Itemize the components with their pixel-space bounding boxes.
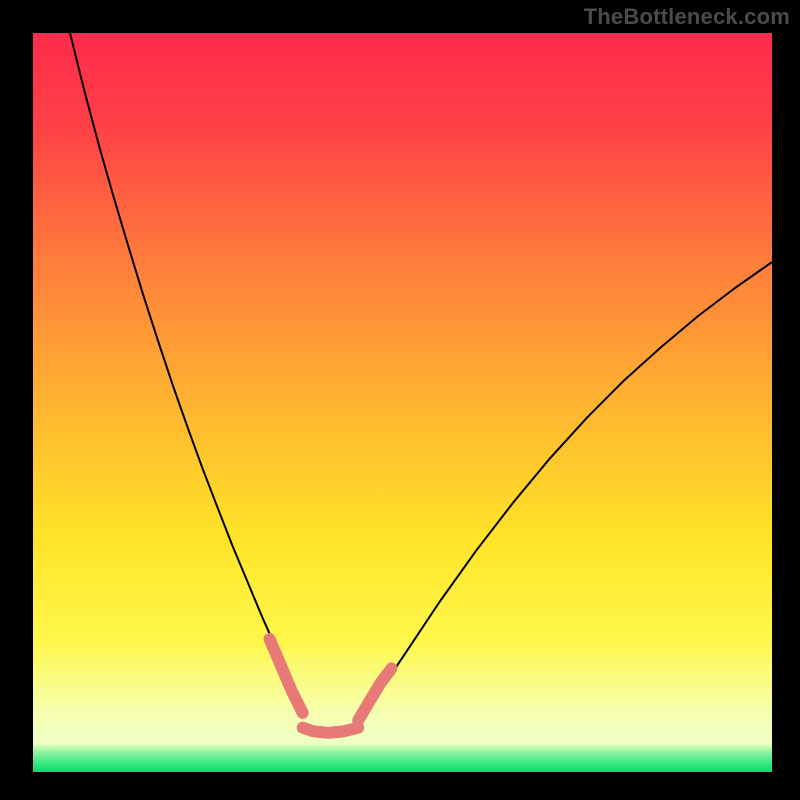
series-valley-floor [303, 728, 359, 733]
plot-background [33, 33, 772, 772]
chart-stage: TheBottleneck.com [0, 0, 800, 800]
green-band [33, 745, 772, 772]
bottleneck-chart [0, 0, 800, 800]
watermark-text: TheBottleneck.com [584, 4, 790, 30]
